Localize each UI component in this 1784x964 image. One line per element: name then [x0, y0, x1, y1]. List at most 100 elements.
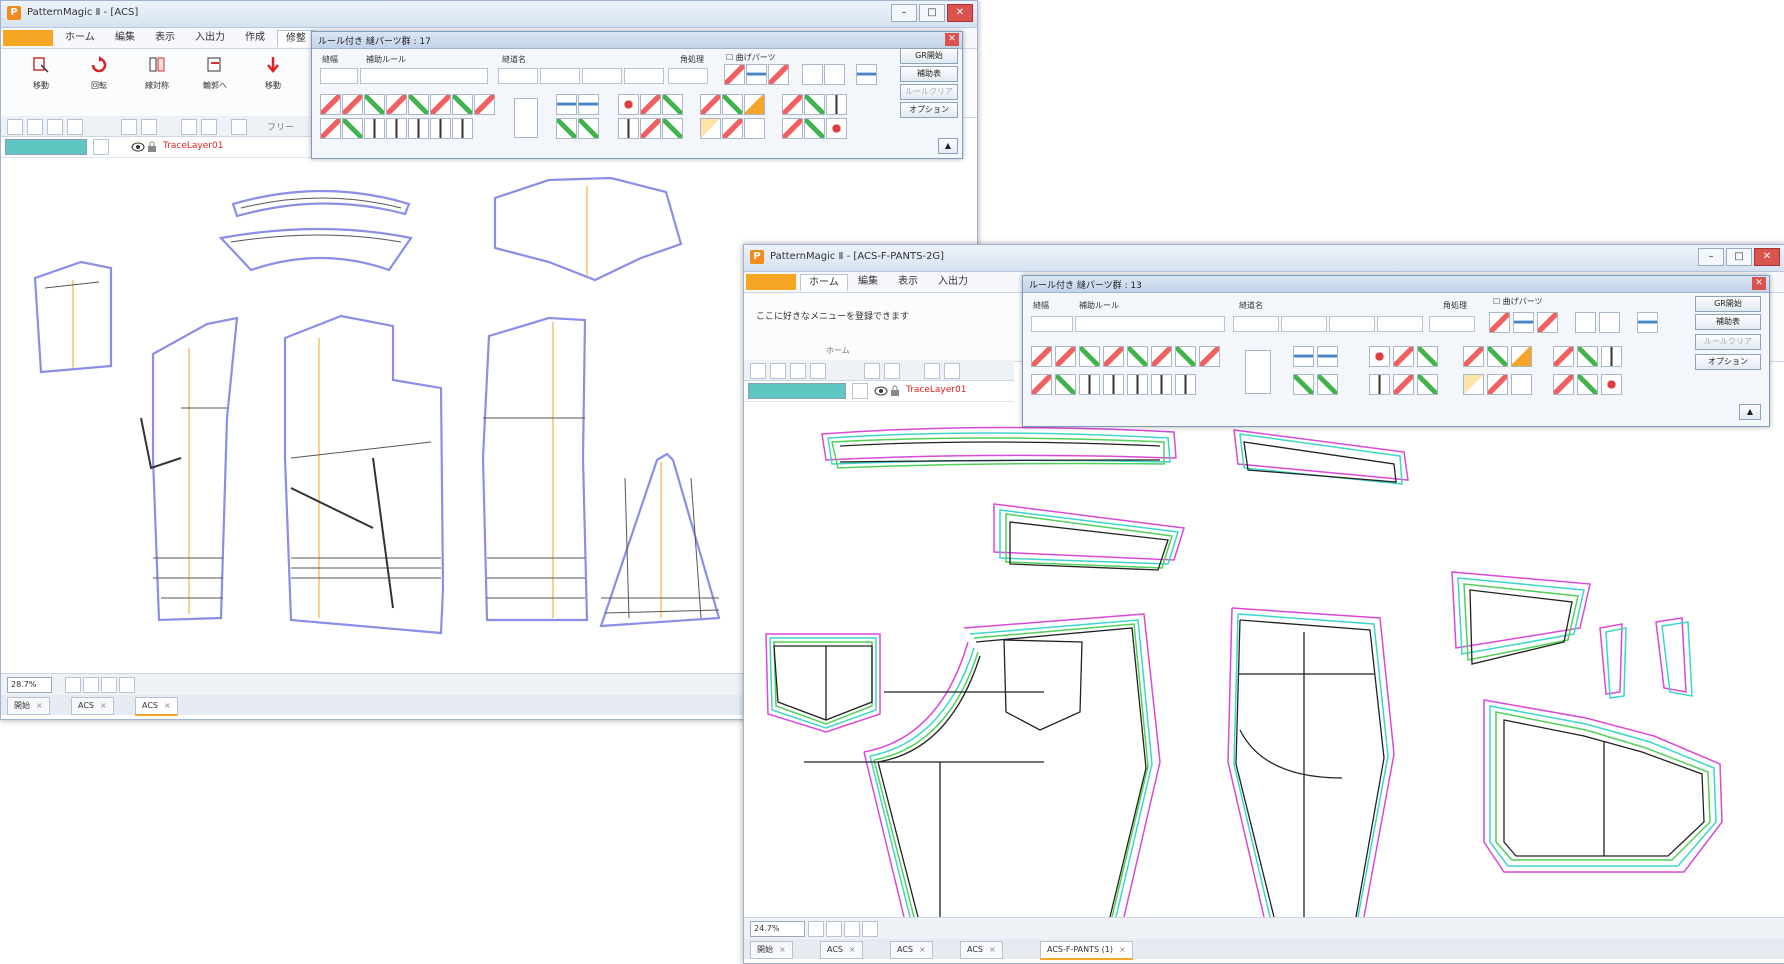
doc-tab-acs-1[interactable]: ACS × — [71, 697, 114, 715]
doc-tab-acs-2[interactable]: ACS × — [135, 697, 178, 716]
corner-tool-4-icon[interactable] — [1575, 312, 1596, 333]
rotate-button[interactable]: 回転 — [75, 55, 123, 91]
aux-rule-field[interactable] — [1075, 316, 1225, 332]
close-tab-icon[interactable]: × — [849, 945, 856, 954]
seam-field-1[interactable] — [498, 68, 538, 84]
edit-tool-icon[interactable] — [804, 94, 825, 115]
cursor-icon[interactable] — [231, 119, 247, 135]
point-tool-icon[interactable] — [1393, 346, 1414, 367]
zoom-out-icon[interactable] — [826, 921, 842, 937]
close-tab-icon[interactable]: × — [100, 701, 107, 710]
edit-tool-icon[interactable] — [1577, 346, 1598, 367]
corner-tool-3-icon[interactable] — [1537, 312, 1558, 333]
close-icon[interactable]: ✕ — [947, 4, 973, 22]
rule-tool-icon[interactable] — [342, 118, 363, 139]
rule-tool-icon[interactable] — [1127, 346, 1148, 367]
grid-icon[interactable] — [884, 363, 900, 379]
shape-tool-icon[interactable] — [1511, 374, 1532, 395]
shape-tool-icon[interactable] — [744, 118, 765, 139]
edit-tool-icon[interactable] — [782, 94, 803, 115]
enter-icon[interactable] — [1245, 350, 1271, 394]
close-icon[interactable]: ✕ — [1752, 277, 1766, 290]
maximize-icon[interactable]: □ — [919, 4, 945, 22]
edit-tool-icon[interactable] — [782, 118, 803, 139]
edit-tool-icon[interactable] — [804, 118, 825, 139]
layer-settings-icon[interactable] — [852, 383, 868, 399]
line-tool-icon[interactable] — [1293, 374, 1314, 395]
zoom-icon[interactable] — [7, 119, 23, 135]
doc-tab-acs-3[interactable]: ACS × — [960, 941, 1003, 959]
aux-rule-field[interactable] — [360, 68, 488, 84]
zoom-select[interactable]: 28.7% — [7, 677, 52, 693]
shape-tool-icon[interactable] — [722, 94, 743, 115]
layer-settings-icon[interactable] — [93, 139, 109, 155]
seam-width-field[interactable] — [1031, 316, 1073, 332]
grid-icon[interactable] — [141, 119, 157, 135]
snap-icon[interactable] — [924, 363, 940, 379]
doc-tab-pants[interactable]: ACS-F-PANTS (1) × — [1040, 941, 1133, 960]
zoom-in-icon[interactable] — [65, 677, 81, 693]
rule-tool-icon[interactable] — [342, 94, 363, 115]
corner-tool-4-icon[interactable] — [802, 64, 823, 85]
redo-icon[interactable] — [790, 363, 806, 379]
move-down-button[interactable]: 移動 — [249, 55, 297, 91]
pattern-canvas[interactable] — [744, 402, 1784, 918]
zoom-select[interactable]: 24.7% — [750, 921, 805, 937]
aux-table-button[interactable]: 補助表 — [900, 66, 958, 82]
move-button[interactable]: 移動 — [17, 55, 65, 91]
point-tool-icon[interactable] — [640, 118, 661, 139]
rule-tool-icon[interactable] — [452, 118, 473, 139]
point-tool-icon[interactable] — [640, 94, 661, 115]
tab-view[interactable]: 表示 — [890, 274, 926, 290]
line-tool-icon[interactable] — [578, 94, 599, 115]
rule-tool-icon[interactable] — [430, 94, 451, 115]
corner-tool-5-icon[interactable] — [1599, 312, 1620, 333]
mirror-button[interactable]: 線対称 — [133, 55, 181, 91]
corner-field[interactable] — [668, 68, 708, 84]
seam-field-2[interactable] — [1281, 316, 1327, 332]
close-tab-icon[interactable]: × — [36, 701, 43, 710]
corner-tool-5-icon[interactable] — [824, 64, 845, 85]
corner-tool-2-icon[interactable] — [1513, 312, 1534, 333]
point-tool-icon[interactable] — [1417, 346, 1438, 367]
minimize-icon[interactable]: – — [891, 4, 917, 22]
doc-tab-start[interactable]: 開始 × — [750, 941, 793, 959]
layer-select[interactable] — [5, 139, 87, 155]
line-tool-icon[interactable] — [556, 94, 577, 115]
line-tool-icon[interactable] — [556, 118, 577, 139]
rule-tool-icon[interactable] — [1079, 346, 1100, 367]
rule-tool-icon[interactable] — [364, 118, 385, 139]
corner-tool-1-icon[interactable] — [1489, 312, 1510, 333]
rule-tool-icon[interactable] — [1103, 374, 1124, 395]
app-menu-button[interactable] — [746, 274, 796, 290]
edit-tool-icon[interactable] — [1553, 374, 1574, 395]
zoom-page-icon[interactable] — [119, 677, 135, 693]
shape-tool-icon[interactable] — [1463, 346, 1484, 367]
seam-field-2[interactable] — [540, 68, 580, 84]
shape-tool-icon[interactable] — [1463, 374, 1484, 395]
undo-icon[interactable] — [27, 119, 43, 135]
point-icon[interactable] — [944, 363, 960, 379]
enter-icon[interactable] — [514, 98, 538, 138]
rule-tool-icon[interactable] — [408, 118, 429, 139]
rule-tool-icon[interactable] — [364, 94, 385, 115]
line-tool-icon[interactable] — [578, 118, 599, 139]
tab-io[interactable]: 入出力 — [187, 30, 233, 46]
seam-field-1[interactable] — [1233, 316, 1279, 332]
zoom-icon[interactable] — [750, 363, 766, 379]
close-tab-icon[interactable]: × — [1119, 945, 1126, 954]
corner-tool-2-icon[interactable] — [746, 64, 767, 85]
point-tool-icon[interactable] — [618, 94, 639, 115]
select-icon[interactable] — [121, 119, 137, 135]
line-tool-icon[interactable] — [1293, 346, 1314, 367]
delete-tool-icon[interactable] — [1601, 374, 1622, 395]
collapse-icon[interactable]: ▲ — [938, 138, 958, 154]
eye-icon[interactable] — [874, 386, 888, 396]
rule-tool-icon[interactable] — [1031, 346, 1052, 367]
rule-clear-button[interactable]: ルールクリア — [1695, 334, 1761, 350]
point-tool-icon[interactable] — [618, 118, 639, 139]
tab-io[interactable]: 入出力 — [930, 274, 976, 290]
point-tool-icon[interactable] — [662, 118, 683, 139]
edit-tool-icon[interactable] — [1553, 346, 1574, 367]
point-tool-icon[interactable] — [1369, 374, 1390, 395]
